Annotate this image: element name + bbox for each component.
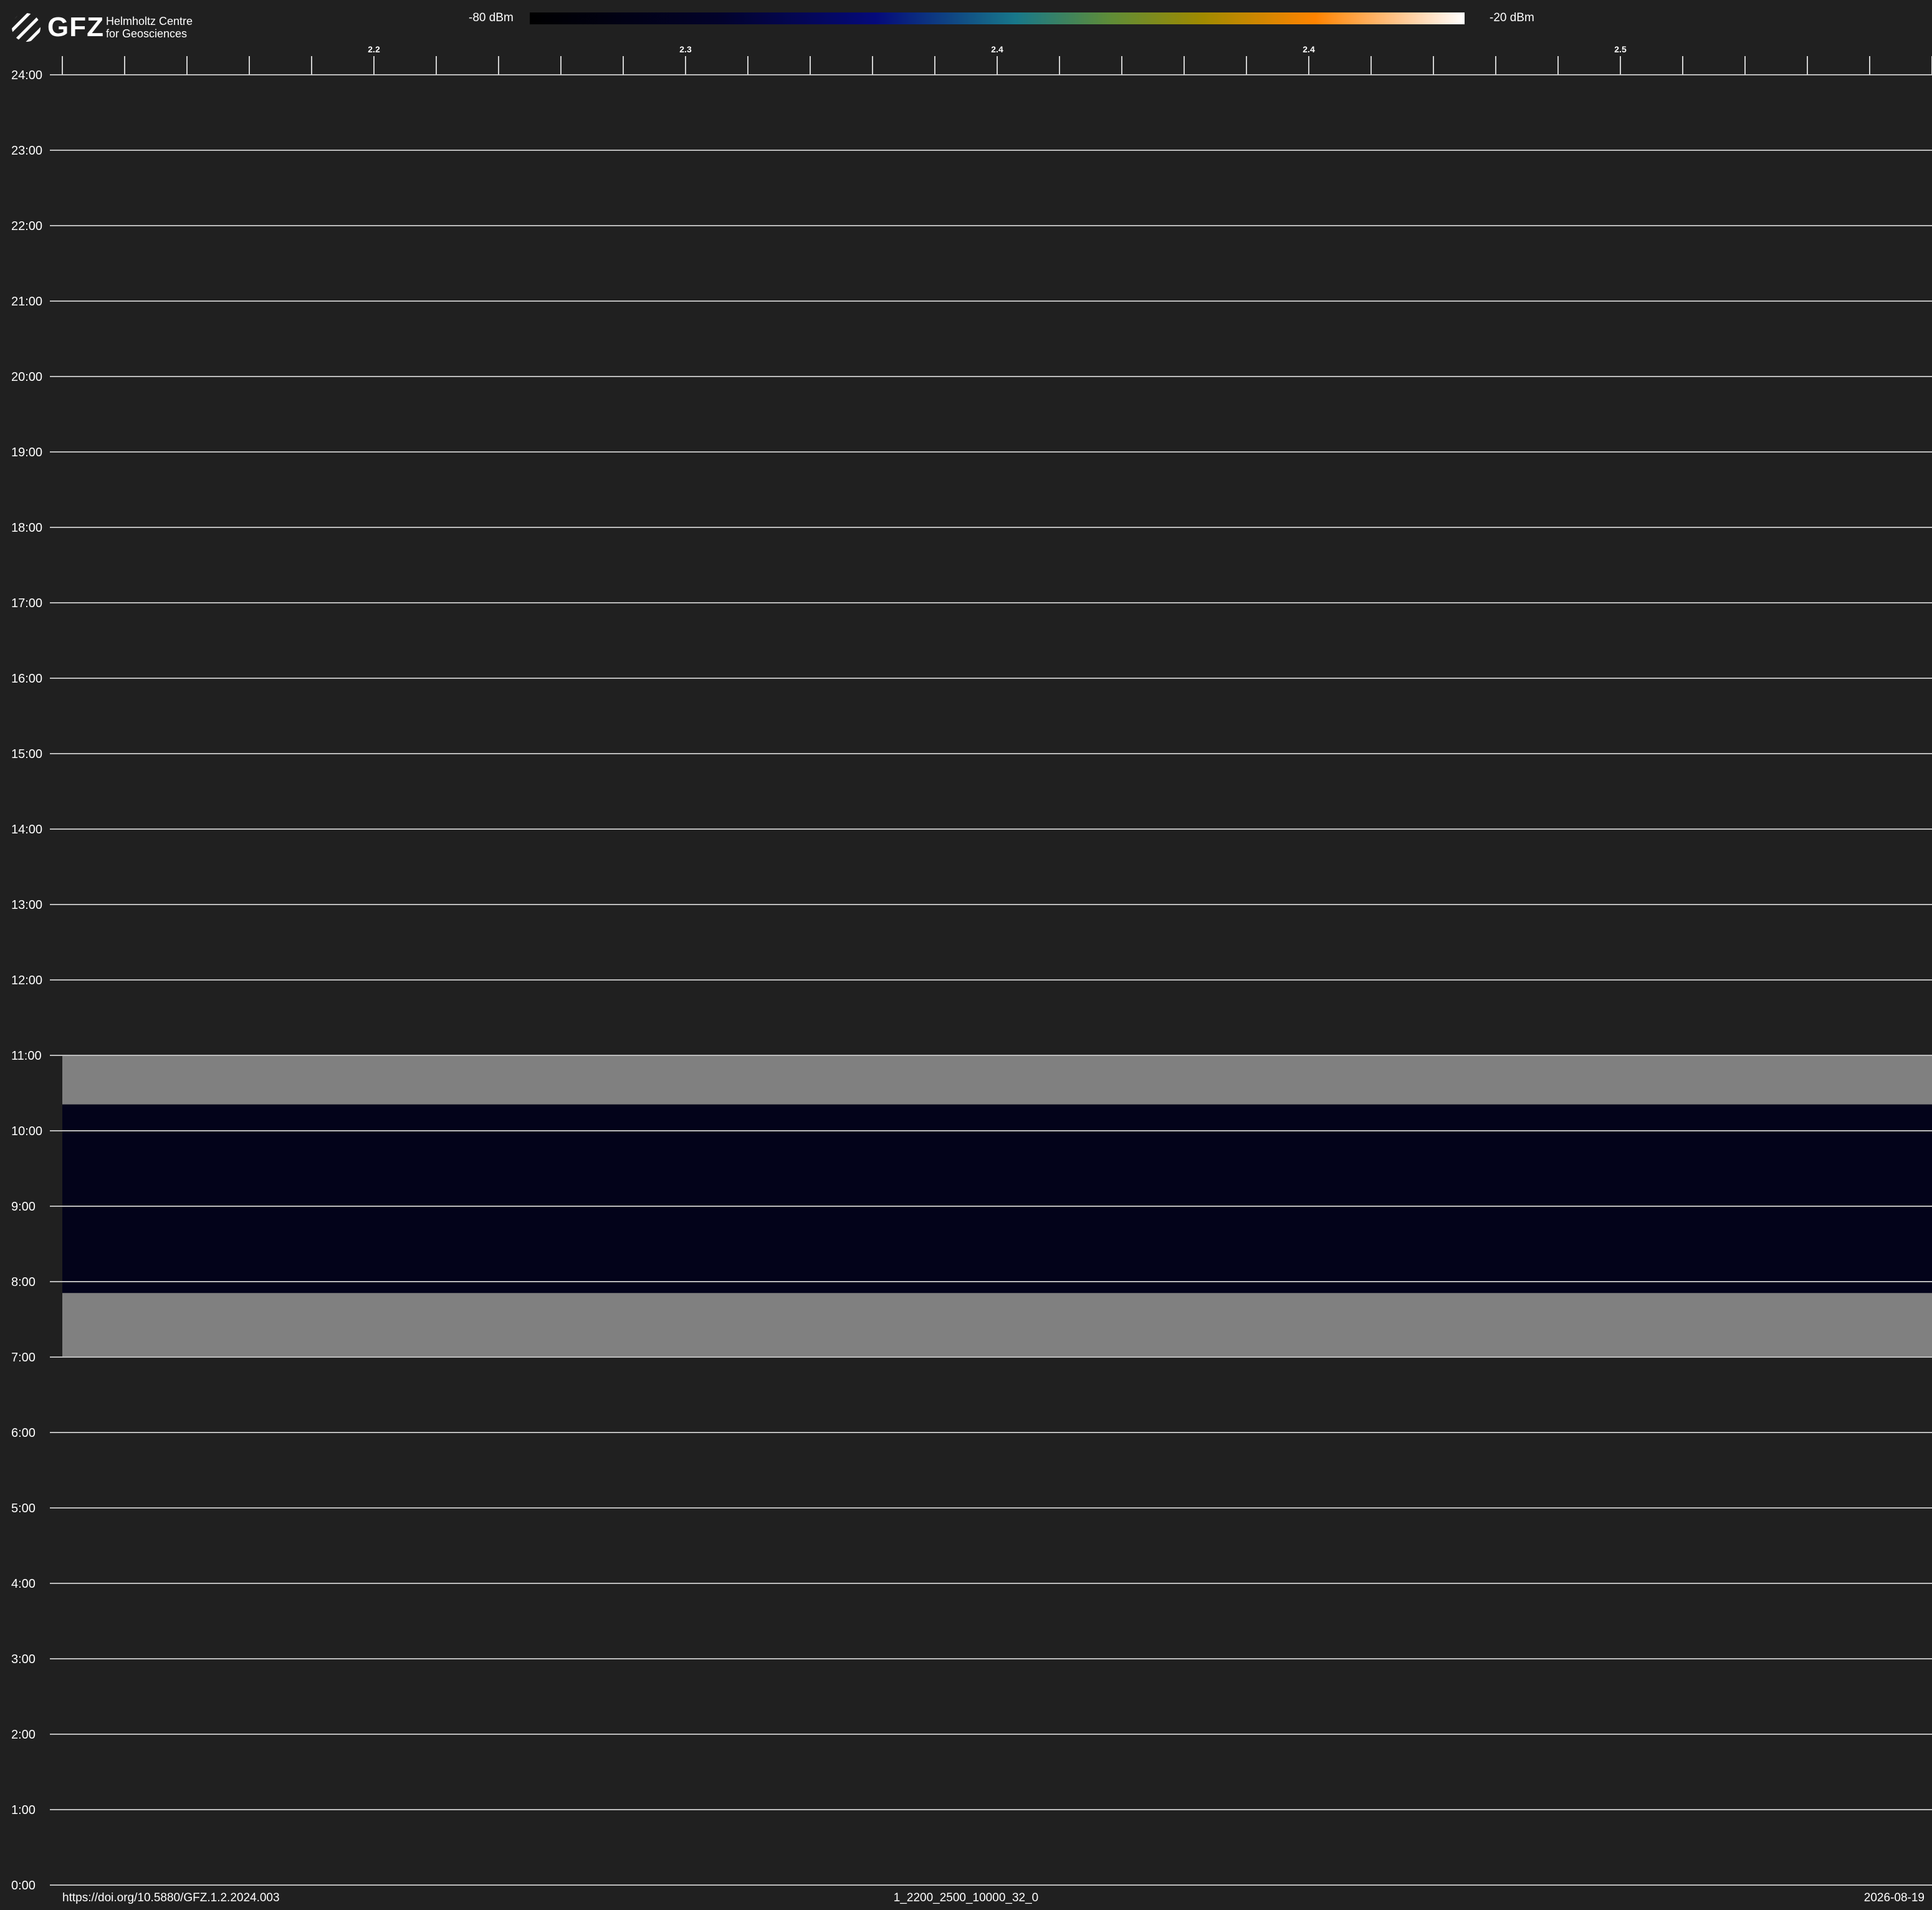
y-tick-label: 16:00 [11,672,42,686]
y-tick-label: 6:00 [11,1426,36,1440]
y-tick-label: 10:00 [11,1125,42,1138]
y-tick-label: 20:00 [11,370,42,384]
y-tick-label: 24:00 [11,69,42,82]
y-tick-label: 12:00 [11,974,42,987]
y-tick-label: 19:00 [11,446,42,459]
x-tick-label: 2.5 [1614,44,1627,54]
y-tick-label: 23:00 [11,144,42,158]
y-tick-label: 14:00 [11,823,42,837]
y-tick-label: 2:00 [11,1728,36,1742]
y-tick-label: 11:00 [11,1049,42,1063]
footer-dataset-id: 1_2200_2500_10000_32_0 [893,1891,1039,1904]
signal-band [62,1104,1932,1293]
y-tick-label: 7:00 [11,1351,36,1365]
y-tick-label: 21:00 [11,295,42,309]
y-tick-label: 3:00 [11,1653,36,1666]
x-tick-label: 2.3 [679,44,692,54]
y-tick-label: 0:00 [11,1879,36,1893]
x-tick-label: 2.2 [368,44,380,54]
y-tick-label: 18:00 [11,521,42,535]
y-tick-label: 9:00 [11,1200,36,1214]
waterfall-chart: 2.2 2.3 2.4 2.4 2.5 0:00 1:00 2:00 3:00 4:00 5:00… [11,44,1932,1893]
footer-date: 2026-08-19 [1863,1891,1925,1904]
x-tick-label: 2.4 [1303,44,1315,54]
y-tick-label: 8:00 [11,1275,36,1289]
y-tick-label: 13:00 [11,898,42,912]
y-tick-label: 15:00 [11,747,42,761]
y-tick-label: 5:00 [11,1502,36,1515]
no-data-band [62,1055,1932,1105]
x-tick-label: 2.4 [991,44,1003,54]
no-data-band [62,1293,1932,1357]
y-tick-label: 1:00 [11,1803,36,1817]
y-tick-label: 17:00 [11,597,42,610]
y-tick-label: 4:00 [11,1577,36,1591]
y-tick-label: 22:00 [11,219,42,233]
